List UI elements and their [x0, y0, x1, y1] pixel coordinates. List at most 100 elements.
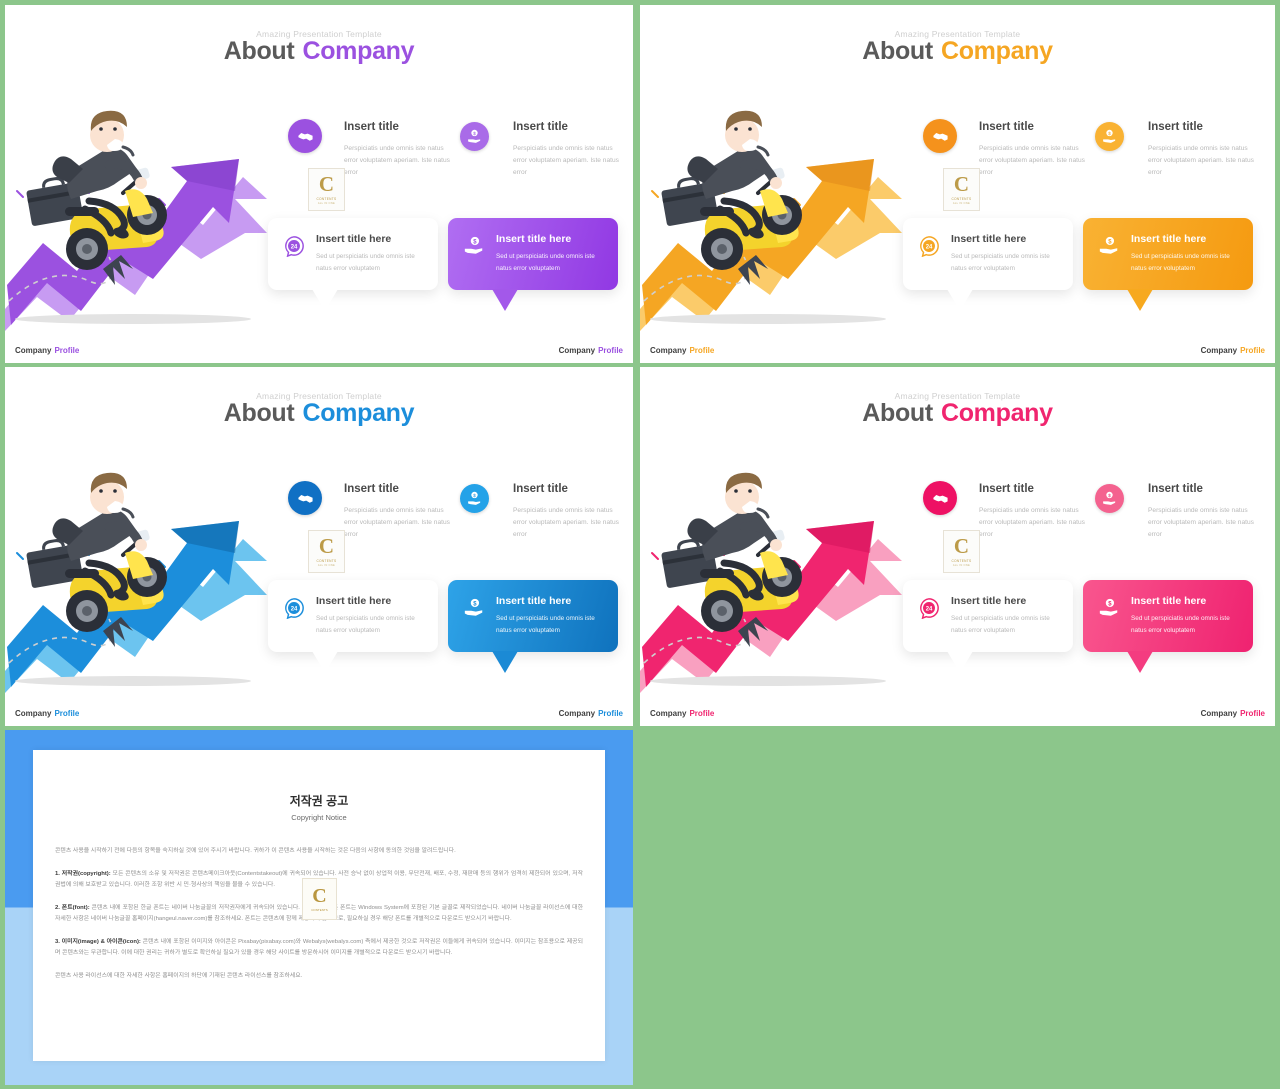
callout-tail	[1127, 651, 1153, 673]
callout-body: Sed ut perspiciatis unde omnis iste natu…	[1131, 253, 1230, 273]
feature-body: Perspiciatis unde omnis iste natus error…	[979, 144, 1085, 176]
footer-accent: Profile	[54, 709, 80, 718]
feature-title: Insert title	[979, 483, 1034, 495]
feature-body: Perspiciatis unde omnis iste natus error…	[344, 144, 450, 176]
callout-title: Insert title here	[496, 233, 572, 245]
slide-purple[interactable]: Amazing Presentation Template About Compa…	[5, 5, 633, 363]
footer-accent: Profile	[689, 346, 715, 355]
callout-title: Insert title here	[496, 595, 572, 607]
handshake-icon	[288, 119, 322, 153]
watermark-caption-secondary: ALL IN ONE	[952, 564, 971, 567]
copyright-paragraph: 3. 이미지(image) & 아이콘(icon): 콘텐츠 내에 포함된 이미…	[55, 938, 583, 957]
watermark-letter: C	[953, 172, 970, 196]
svg-text:24: 24	[291, 244, 298, 250]
callout-right[interactable]: $ Insert title here Sed ut perspiciatis …	[448, 218, 618, 311]
watermark-letter: C	[318, 534, 335, 558]
watermark-caption: CONTENTS	[316, 559, 337, 563]
callout-tail	[312, 651, 338, 673]
callout-right[interactable]: $ Insert title here Sed ut perspiciatis …	[1083, 580, 1253, 673]
footer-accent: Profile	[689, 709, 715, 718]
money-hand-icon: $	[460, 122, 489, 151]
scooter-businessman-illustration	[5, 435, 305, 695]
title-accent: Company	[302, 399, 415, 427]
footer-accent: Profile	[1240, 346, 1265, 355]
empty-background-cell	[637, 730, 1280, 1089]
footer-accent: Profile	[1240, 709, 1265, 718]
feature-title: Insert title	[344, 121, 399, 133]
watermark-caption: CONTENTS	[316, 197, 337, 201]
title-accent: Company	[302, 37, 415, 65]
contents-watermark-logo: C CONTENTS ALL IN ONE	[308, 530, 345, 573]
footer-accent: Profile	[598, 346, 623, 355]
svg-text:24: 24	[291, 606, 298, 612]
watermark-caption-secondary: ALL IN ONE	[952, 202, 971, 205]
feature-title: Insert title	[344, 483, 399, 495]
callout-right[interactable]: $ Insert title here Sed ut perspiciatis …	[1083, 218, 1253, 311]
money-hand-icon: $	[1097, 234, 1121, 258]
callout-body: Sed ut perspiciatis unde omnis iste natu…	[496, 253, 595, 273]
money-hand-icon: $	[460, 484, 489, 513]
page-title: About Company	[640, 399, 1275, 428]
watermark-caption-secondary: ALL IN ONE	[317, 202, 336, 205]
feature-block-2[interactable]: $ Insert title Perspiciatis unde omnis i…	[457, 109, 622, 179]
footer-accent: Profile	[54, 346, 80, 355]
money-hand-icon: $	[1095, 484, 1124, 513]
callout-left[interactable]: 24 Insert title here Sed ut perspiciatis…	[903, 218, 1073, 311]
watermark-letter: C	[318, 172, 335, 196]
24h-support-icon: 24	[917, 234, 941, 258]
callout-tail	[312, 289, 338, 311]
slide-deck-grid: Amazing Presentation Template About Compa…	[0, 0, 1280, 1089]
feature-title: Insert title	[979, 121, 1034, 133]
feature-body: Perspiciatis unde omnis iste natus error…	[513, 506, 619, 538]
24h-support-icon: 24	[282, 234, 306, 258]
callout-tail	[947, 289, 973, 311]
footer-strong: Company	[558, 709, 596, 718]
title-prefix: About	[223, 399, 295, 427]
callout-title: Insert title here	[1131, 595, 1207, 607]
callout-body: Sed ut perspiciatis unde omnis iste natu…	[1131, 615, 1230, 635]
title-prefix: About	[862, 37, 933, 65]
title-accent: Company	[940, 399, 1053, 427]
contents-watermark-logo: C CONTENTS ALL IN ONE	[308, 168, 345, 211]
footer-strong: Company	[650, 709, 687, 718]
copyright-paragraph: 콘텐츠 사용 라이선스에 대한 자세한 사항은 홈페이지의 하단에 기재된 콘텐…	[55, 972, 303, 979]
feature-block-2[interactable]: $ Insert title Perspiciatis unde omnis i…	[1092, 109, 1257, 179]
watermark-caption-secondary: ALL IN ONE	[317, 564, 336, 567]
callout-right[interactable]: $ Insert title here Sed ut perspiciatis …	[448, 580, 618, 673]
title-accent: Company	[940, 37, 1053, 65]
slide-pink[interactable]: Amazing Presentation Template About Compa…	[640, 367, 1275, 726]
watermark-letter: C	[953, 534, 970, 558]
feature-block-2[interactable]: $ Insert title Perspiciatis unde omnis i…	[1092, 471, 1257, 541]
page-title: About Company	[5, 37, 633, 66]
handshake-icon	[923, 481, 957, 515]
svg-text:$: $	[473, 131, 476, 137]
contents-watermark-logo: C CONTENTS ALL IN ONE	[943, 168, 980, 211]
feature-body: Perspiciatis unde omnis iste natus error…	[979, 506, 1085, 538]
callout-left[interactable]: 24 Insert title here Sed ut perspiciatis…	[268, 580, 438, 673]
callout-body: Sed ut perspiciatis unde omnis iste natu…	[316, 615, 415, 635]
copyright-paragraph: 콘텐츠 사용을 시작하기 전에 다음의 항목을 숙지하실 것에 있어 주시기 바…	[55, 848, 456, 854]
callout-tail	[947, 651, 973, 673]
feature-block-2[interactable]: $ Insert title Perspiciatis unde omnis i…	[457, 471, 622, 541]
contents-watermark-logo: C CONTENTS ALL IN ONE	[943, 530, 980, 573]
footer-strong: Company	[1200, 709, 1238, 718]
feature-body: Perspiciatis unde omnis iste natus error…	[344, 506, 450, 538]
money-hand-icon: $	[1097, 596, 1121, 620]
slide-orange[interactable]: Amazing Presentation Template About Compa…	[640, 5, 1275, 363]
callout-left[interactable]: 24 Insert title here Sed ut perspiciatis…	[268, 218, 438, 311]
footer-right: Company Profile	[1201, 709, 1265, 718]
slide-blue[interactable]: Amazing Presentation Template About Compa…	[5, 367, 633, 726]
watermark-caption: CONTENTS	[951, 559, 972, 563]
footer-right: Company Profile	[559, 346, 623, 355]
24h-support-icon: 24	[282, 596, 306, 620]
feature-body: Perspiciatis unde omnis iste natus error…	[1148, 506, 1254, 538]
feature-body: Perspiciatis unde omnis iste natus error…	[513, 144, 619, 176]
page-title: About Company	[640, 37, 1275, 66]
page-title: About Company	[5, 399, 633, 428]
watermark-caption: CONTENTS	[311, 908, 328, 912]
money-hand-icon: $	[462, 234, 486, 258]
feature-title: Insert title	[513, 483, 568, 495]
scooter-businessman-illustration	[5, 73, 305, 333]
feature-title: Insert title	[513, 121, 568, 133]
callout-left[interactable]: 24 Insert title here Sed ut perspiciatis…	[903, 580, 1073, 673]
